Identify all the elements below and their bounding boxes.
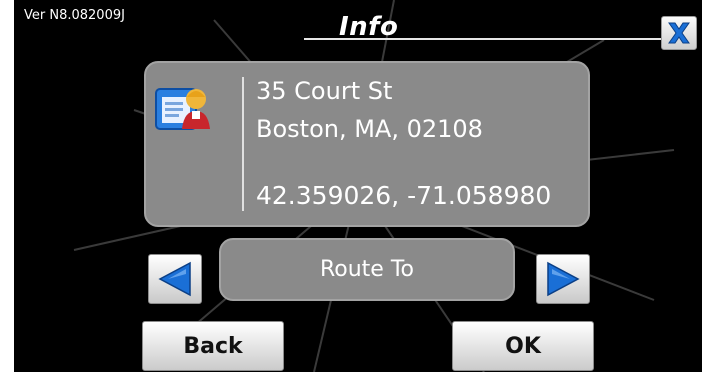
street-address: 35 Court St [256, 77, 393, 105]
city-state-zip: Boston, MA, 02108 [256, 115, 483, 143]
route-to-button[interactable]: Route To [219, 238, 515, 301]
arrow-right-icon [547, 261, 580, 297]
next-button[interactable] [536, 254, 590, 304]
version-label: Ver N8.082009J [24, 8, 125, 23]
ok-button[interactable]: OK [452, 321, 594, 371]
close-button[interactable] [661, 16, 697, 50]
info-panel: 35 Court St Boston, MA, 02108 42.359026,… [144, 61, 590, 227]
info-screen: Ver N8.082009J Info 35 Court St Boston, … [14, 0, 702, 372]
previous-button[interactable] [148, 254, 202, 304]
arrow-left-icon [158, 261, 191, 297]
back-button[interactable]: Back [142, 321, 284, 371]
contact-card-icon [155, 88, 210, 130]
coordinates: 42.359026, -71.058980 [256, 181, 552, 210]
panel-divider [242, 77, 244, 211]
close-icon [668, 22, 690, 44]
page-title: Info [339, 12, 399, 42]
